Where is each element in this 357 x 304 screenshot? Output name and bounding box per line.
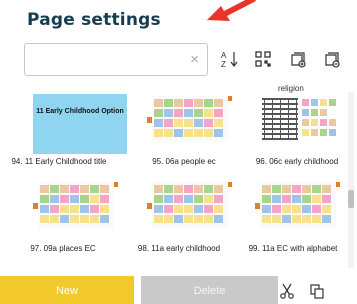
close-icon[interactable]: × [190, 51, 199, 68]
page-thumbnail [147, 96, 232, 142]
import-page-icon[interactable] [289, 50, 307, 68]
page-label: 98. 11a early childhood [137, 244, 221, 253]
page-label: 99. 11a EC with alphabet [248, 244, 338, 253]
page-thumbnail [33, 182, 118, 228]
page-thumbnail: 11 Early Childhood Option [33, 94, 127, 154]
search-input[interactable] [25, 44, 175, 75]
page-label: 94. 11 Early Childhood title [11, 157, 107, 166]
page-thumbnail [255, 182, 340, 228]
scrollbar[interactable] [348, 92, 354, 268]
scissors-icon[interactable] [279, 283, 295, 299]
sort-az-icon[interactable]: A Z [221, 50, 239, 69]
copy-icon[interactable] [309, 283, 325, 299]
scrollbar-thumb[interactable] [348, 190, 354, 208]
page-grid: 11 Early Childhood Option 94. 11 Early C… [0, 92, 348, 268]
page-thumbnail [260, 96, 336, 142]
new-button[interactable]: New [0, 276, 134, 304]
export-page-icon[interactable] [323, 50, 341, 68]
svg-text:A: A [221, 51, 227, 60]
page-label: 95. 06a people ec [152, 157, 216, 166]
page-title: Page settings [27, 10, 161, 30]
page-label: 97. 09a places EC [30, 244, 96, 253]
delete-button[interactable]: Delete [141, 276, 278, 304]
qr-code-icon[interactable] [254, 50, 272, 68]
page-thumbnail [147, 182, 232, 228]
search-field[interactable]: × [24, 43, 208, 76]
page-label: 96. 06c early childhood [255, 157, 339, 166]
svg-text:Z: Z [221, 60, 226, 68]
